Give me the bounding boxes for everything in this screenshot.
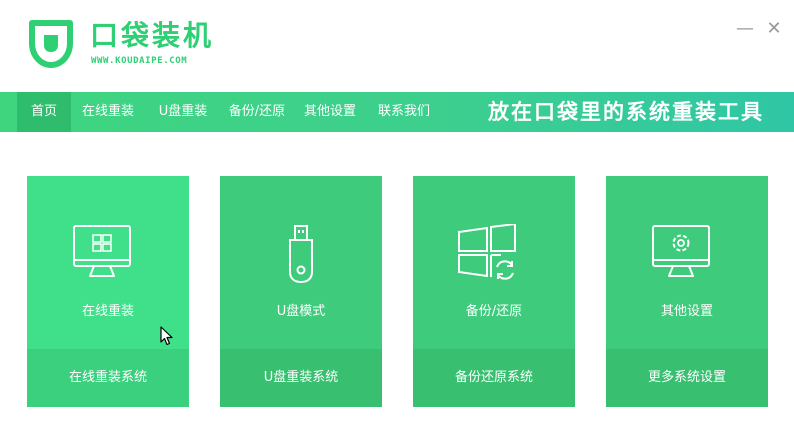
- card-other-settings[interactable]: 其他设置 更多系统设置: [606, 176, 768, 407]
- monitor-gear-icon: [652, 225, 710, 277]
- card-subtitle-button[interactable]: 备份还原系统: [413, 349, 575, 407]
- nav-item-other-settings[interactable]: 其他设置: [298, 92, 362, 132]
- card-subtitle-button[interactable]: 在线重装系统: [27, 349, 189, 407]
- nav-item-usb-reinstall[interactable]: U盘重装: [150, 92, 216, 132]
- nav-bar: 首页 在线重装 U盘重装 备份/还原 其他设置 联系我们 放在口袋里的系统重装工…: [0, 92, 794, 132]
- card-subtitle-button[interactable]: U盘重装系统: [220, 349, 382, 407]
- card-online-reinstall-main[interactable]: 在线重装: [27, 176, 189, 349]
- nav-item-online-reinstall[interactable]: 在线重装: [76, 92, 140, 132]
- card-usb-mode[interactable]: U盘模式 U盘重装系统: [220, 176, 382, 407]
- card-subtitle-button[interactable]: 更多系统设置: [606, 349, 768, 407]
- nav-item-contact-us[interactable]: 联系我们: [372, 92, 436, 132]
- slogan: 放在口袋里的系统重装工具: [488, 100, 764, 124]
- card-title: U盘模式: [276, 304, 326, 319]
- logo-pocket-icon: [29, 20, 73, 68]
- close-button[interactable]: ✕: [763, 18, 785, 40]
- card-title: 备份/还原: [465, 304, 523, 319]
- minimize-button[interactable]: —: [734, 18, 756, 40]
- card-other-settings-main[interactable]: 其他设置: [606, 176, 768, 349]
- nav-item-backup-restore[interactable]: 备份/还原: [222, 92, 292, 132]
- card-online-reinstall[interactable]: 在线重装 在线重装系统: [27, 176, 189, 407]
- app-header: 口袋装机 WWW.KOUDAIPE.COM — ✕: [0, 0, 794, 92]
- nav-item-home[interactable]: 首页: [17, 92, 71, 132]
- usb-drive-icon: [289, 225, 313, 284]
- windows-restore-icon: [458, 224, 516, 281]
- app-title: 口袋装机: [90, 19, 215, 52]
- mouse-cursor-icon: [160, 326, 173, 346]
- card-usb-mode-main[interactable]: U盘模式: [220, 176, 382, 349]
- monitor-windows-icon: [73, 225, 131, 277]
- card-backup-restore-main[interactable]: 备份/还原: [413, 176, 575, 349]
- card-backup-restore[interactable]: 备份/还原 备份还原系统: [413, 176, 575, 407]
- card-title: 其他设置: [660, 304, 713, 319]
- card-title: 在线重装: [81, 304, 134, 319]
- app-url: WWW.KOUDAIPE.COM: [91, 56, 188, 66]
